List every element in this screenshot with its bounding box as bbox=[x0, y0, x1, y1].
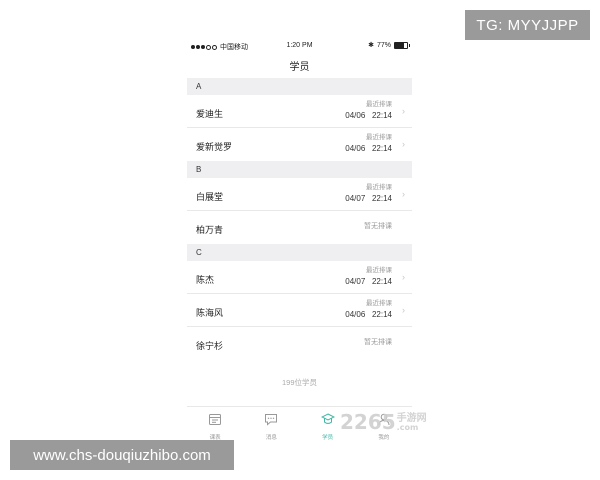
graduation-cap-icon bbox=[320, 412, 335, 431]
logo-number: 2265 bbox=[340, 410, 396, 434]
schedule-info: 最近排课 04/07 22:14 bbox=[345, 178, 392, 204]
schedule-datetime: 04/06 22:14 bbox=[345, 310, 392, 320]
schedule-date: 04/07 bbox=[345, 194, 366, 203]
student-list: A 爱迪生 最近排课 04/06 22:14 › 爱新觉罗 最近排课 04/06 22:14 ›… bbox=[187, 78, 412, 360]
schedule-date: 04/06 bbox=[345, 144, 366, 153]
chevron-right-icon: › bbox=[402, 272, 405, 282]
student-row[interactable]: 爱新觉罗 最近排课 04/06 22:14 › bbox=[187, 128, 412, 161]
schedule-info: 最近排课 04/06 22:14 bbox=[345, 128, 392, 154]
page-title: 学员 bbox=[289, 62, 310, 73]
schedule-status-label: 最近排课 bbox=[366, 101, 392, 108]
schedule-info: 最近排课 04/06 22:14 bbox=[345, 95, 392, 121]
tab-messages[interactable]: 消息 bbox=[243, 407, 299, 440]
student-row[interactable]: 徐宁杉 暂无排课 bbox=[187, 327, 412, 360]
schedule-status-label: 暂无排课 bbox=[364, 339, 392, 346]
schedule-status-label: 最近排课 bbox=[366, 300, 392, 307]
logo-bottom: .com bbox=[396, 423, 419, 432]
student-row[interactable]: 柏万青 暂无排课 bbox=[187, 211, 412, 244]
chevron-right-icon: › bbox=[402, 189, 405, 199]
status-bar: 中国移动 1:20 PM ✱ 77% bbox=[187, 36, 412, 56]
schedule-status-label: 最近排课 bbox=[366, 267, 392, 274]
student-row[interactable]: 白展堂 最近排课 04/07 22:14 › bbox=[187, 178, 412, 211]
battery-icon bbox=[394, 41, 410, 49]
student-name: 陈杰 bbox=[196, 275, 215, 285]
student-count: 199位学员 bbox=[281, 378, 317, 387]
section-header-c: C bbox=[187, 244, 412, 261]
calendar-icon bbox=[208, 412, 222, 431]
schedule-info: 暂无排课 bbox=[364, 223, 392, 231]
schedule-info: 暂无排课 bbox=[364, 339, 392, 347]
student-name: 爱迪生 bbox=[196, 109, 224, 119]
student-name: 白展堂 bbox=[196, 192, 224, 202]
schedule-status-label: 暂无排课 bbox=[364, 223, 392, 230]
schedule-datetime: 04/07 22:14 bbox=[345, 194, 392, 204]
schedule-date: 04/06 bbox=[345, 111, 366, 120]
status-right: ✱ 77% bbox=[368, 41, 410, 49]
schedule-date: 04/06 bbox=[345, 310, 366, 319]
section-header-a: A bbox=[187, 78, 412, 95]
student-row[interactable]: 陈海风 最近排课 04/06 22:14 › bbox=[187, 294, 412, 327]
schedule-info: 最近排课 04/06 22:14 bbox=[345, 294, 392, 320]
chat-icon bbox=[264, 412, 278, 431]
phone-screen: 中国移动 1:20 PM ✱ 77% 学员 A 爱迪生 最近排课 04/06 22:1… bbox=[187, 36, 412, 440]
student-row[interactable]: 陈杰 最近排课 04/07 22:14 › bbox=[187, 261, 412, 294]
schedule-time: 22:14 bbox=[371, 310, 392, 319]
student-name: 陈海风 bbox=[196, 308, 224, 318]
schedule-time: 22:14 bbox=[371, 144, 392, 153]
chevron-right-icon: › bbox=[402, 106, 405, 116]
student-name: 爱新觉罗 bbox=[196, 142, 233, 152]
tg-watermark: TG: MYYJJPP bbox=[465, 10, 590, 40]
tab-label: 学员 bbox=[322, 435, 334, 440]
student-name: 柏万青 bbox=[196, 225, 224, 235]
bluetooth-icon: ✱ bbox=[368, 42, 374, 49]
tab-schedule[interactable]: 课表 bbox=[187, 407, 243, 440]
schedule-info: 最近排课 04/07 22:14 bbox=[345, 261, 392, 287]
battery-percent: 77% bbox=[376, 41, 391, 49]
section-header-b: B bbox=[187, 161, 412, 178]
url-watermark: www.chs-douqiuzhibo.com bbox=[10, 440, 234, 470]
schedule-datetime: 04/06 22:14 bbox=[345, 144, 392, 154]
schedule-datetime: 04/07 22:14 bbox=[345, 277, 392, 287]
logo-watermark: 2265 手游网 .com bbox=[340, 412, 427, 432]
tab-label: 课表 bbox=[209, 435, 221, 440]
schedule-status-label: 最近排课 bbox=[366, 134, 392, 141]
schedule-time: 22:14 bbox=[371, 111, 392, 120]
student-row[interactable]: 爱迪生 最近排课 04/06 22:14 › bbox=[187, 95, 412, 128]
tab-label: 我的 bbox=[378, 435, 390, 440]
chevron-right-icon: › bbox=[402, 305, 405, 315]
schedule-date: 04/07 bbox=[345, 277, 366, 286]
schedule-time: 22:14 bbox=[371, 194, 392, 203]
schedule-status-label: 最近排课 bbox=[366, 184, 392, 191]
schedule-datetime: 04/06 22:14 bbox=[345, 111, 392, 121]
schedule-time: 22:14 bbox=[371, 277, 392, 286]
tab-label: 消息 bbox=[265, 435, 277, 440]
chevron-right-icon: › bbox=[402, 139, 405, 149]
student-name: 徐宁杉 bbox=[196, 341, 224, 351]
logo-top: 手游网 bbox=[396, 413, 427, 424]
